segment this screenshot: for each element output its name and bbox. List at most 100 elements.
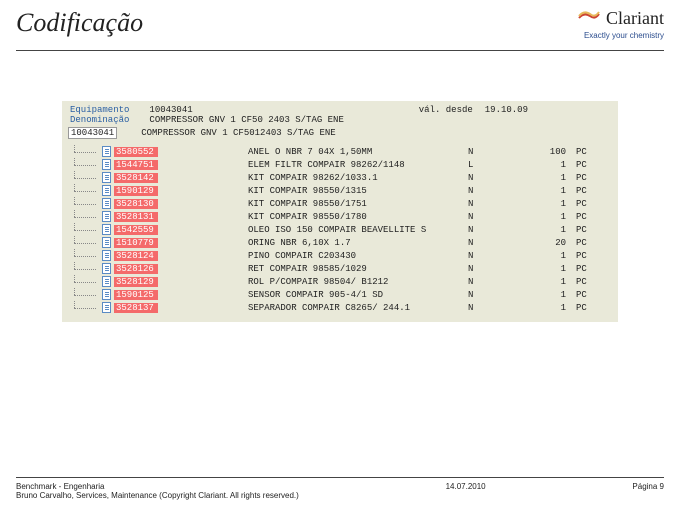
document-icon [102,198,111,209]
item-flag: N [468,277,473,287]
item-flag: N [468,186,473,196]
item-unit: PC [576,212,587,222]
tree-row[interactable]: 1544751 ELEM FILTR COMPAIR 98262/1148 L 1 PC [68,158,612,171]
item-desc: PINO COMPAIR C203430 [248,251,356,261]
item-unit: PC [576,186,587,196]
item-flag: N [468,225,473,235]
document-icon [102,263,111,274]
tree-row[interactable]: 3528137SEPARADOR COMPAIR C8265/ 244.1N1P… [68,301,612,314]
valid-from-label: vál. desde [419,105,473,115]
item-flag: N [468,147,473,157]
item-id: 3528130 [114,199,158,209]
tree-row[interactable]: 3528126RET COMPAIR 98585/1029N1PC [68,262,612,275]
item-unit: PC [576,147,587,157]
footer-line1: Benchmark - Engenharia [16,482,299,491]
item-unit: PC [576,238,587,248]
tree-row[interactable]: 3528124PINO COMPAIR C203430N1PC [68,249,612,262]
tree-root-id: 10043041 [68,127,117,139]
item-qty: 1 [540,173,566,183]
item-unit: PC [576,264,587,274]
item-id: 3580552 [114,147,158,157]
item-unit: PC [576,225,587,235]
item-qty: 100 [540,147,566,157]
item-unit: PC [576,251,587,261]
item-flag: N [468,212,473,222]
item-qty: 1 [540,212,566,222]
item-desc: KIT COMPAIR 98550/1751 [248,199,367,209]
item-qty: 1 [540,264,566,274]
document-icon [102,237,111,248]
item-qty: 1 [540,277,566,287]
footer-page: Página 9 [632,482,664,500]
tree-row[interactable]: 3528131KIT COMPAIR 98550/1780N1PC [68,210,612,223]
tree-row[interactable]: 1542559 OLEO ISO 150 COMPAIR BEAVELLITE S… [68,223,612,236]
item-qty: 1 [540,186,566,196]
document-icon [102,211,111,222]
item-id: 3528126 [114,264,158,274]
tree-row[interactable]: 3528129ROL P/COMPAIR 98504/ B1212N1PC [68,275,612,288]
item-unit: PC [576,303,587,313]
item-unit: PC [576,160,587,170]
item-desc: ANEL O NBR 7 04X 1,50MM [248,147,372,157]
document-icon [102,172,111,183]
item-qty: 1 [540,303,566,313]
document-icon [102,146,111,157]
item-id: 1544751 [114,160,158,170]
label-equipamento: Equipamento [70,105,129,115]
item-id: 3528129 [114,277,158,287]
item-flag: L [468,160,473,170]
item-id: 3528124 [114,251,158,261]
item-desc: RET COMPAIR 98585/1029 [248,264,367,274]
item-qty: 1 [540,225,566,235]
page-title: Codificação [16,8,143,38]
component-tree: 3580552ANEL O NBR 7 04X 1,50MMN100PC1544… [68,145,612,314]
document-icon [102,302,111,313]
item-unit: PC [576,173,587,183]
item-desc: ROL P/COMPAIR 98504/ B1212 [248,277,388,287]
item-qty: 1 [540,290,566,300]
equip-desc: COMPRESSOR GNV 1 CF50 2403 S/TAG ENE [149,115,343,125]
header-divider [16,50,664,51]
item-desc: KIT COMPAIR 98262/1033.1 [248,173,378,183]
tree-row[interactable]: 3528142KIT COMPAIR 98262/1033.1N1PC [68,171,612,184]
item-desc: ELEM FILTR COMPAIR 98262/1148 [248,160,405,170]
document-icon [102,250,111,261]
item-qty: 20 [540,238,566,248]
item-flag: N [468,238,473,248]
item-id: 1542559 [114,225,158,235]
tree-row[interactable]: 1590125 SENSOR COMPAIR 905-4/1 SD N 1 PC [68,288,612,301]
item-unit: PC [576,290,587,300]
item-id: 1510779 [114,238,158,248]
item-desc: SENSOR COMPAIR 905-4/1 SD [248,290,383,300]
item-desc: OLEO ISO 150 COMPAIR BEAVELLITE S [248,225,426,235]
item-desc: ORING NBR 6,10X 1.7 [248,238,351,248]
document-icon [102,276,111,287]
tree-row[interactable]: 3580552 ANEL O NBR 7 04X 1,50MM N 100 PC [68,145,612,158]
tree-root-desc: COMPRESSOR GNV 1 CF5012403 S/TAG ENE [141,128,335,138]
slide-header: Codificação Clariant Exactly your chemis… [0,0,680,40]
item-flag: N [468,290,473,300]
tree-row[interactable]: 1590129KIT COMPAIR 98550/1315N1PC [68,184,612,197]
tree-row[interactable]: 3528130KIT COMPAIR 98550/1751N1PC [68,197,612,210]
slide-footer: Benchmark - Engenharia Bruno Carvalho, S… [16,477,664,500]
tree-root-row[interactable]: 10043041 COMPRESSOR GNV 1 CF5012403 S/TA… [68,127,612,139]
footer-date: 14.07.2010 [446,482,486,500]
footer-line2: Bruno Carvalho, Services, Maintenance (C… [16,491,299,500]
item-id: 1590129 [114,186,158,196]
item-qty: 1 [540,251,566,261]
item-desc: KIT COMPAIR 98550/1780 [248,212,367,222]
brand-name: Clariant [606,8,664,29]
document-icon [102,289,111,300]
brand-tagline: Exactly your chemistry [584,31,664,40]
clariant-logo-icon [578,9,600,28]
tree-row[interactable]: 1510779 ORING NBR 6,10X 1.7 N 20 PC [68,236,612,249]
document-icon [102,185,111,196]
item-id: 3528137 [114,303,158,313]
item-id: 1590125 [114,290,158,300]
document-icon [102,224,111,235]
item-unit: PC [576,199,587,209]
item-qty: 1 [540,199,566,209]
document-icon [102,159,111,170]
label-denominacao: Denominação [70,115,129,125]
item-qty: 1 [540,160,566,170]
